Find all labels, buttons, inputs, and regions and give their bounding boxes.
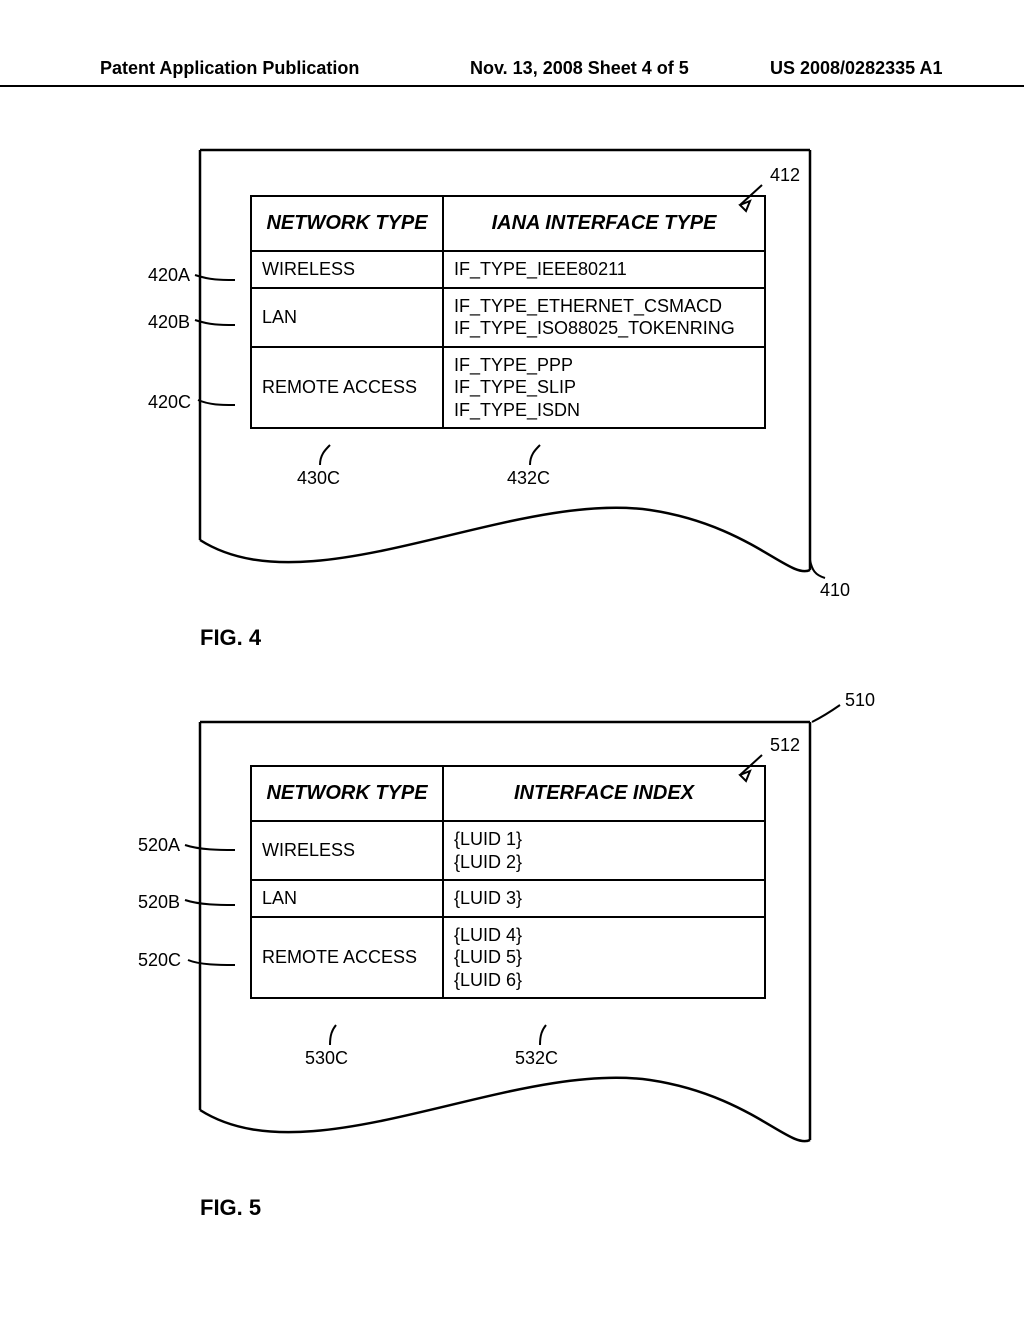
header-left: Patent Application Publication xyxy=(0,58,470,79)
fig4-r0c1: IF_TYPE_IEEE80211 xyxy=(443,251,765,288)
fig4-r1c1: IF_TYPE_ETHERNET_CSMACDIF_TYPE_ISO88025_… xyxy=(443,288,765,347)
fig4-header-row: NETWORK TYPE IANA INTERFACE TYPE xyxy=(251,196,765,251)
fig4-h2: IANA INTERFACE TYPE xyxy=(443,196,765,251)
page-header: Patent Application Publication Nov. 13, … xyxy=(0,58,1024,87)
header-mid: Nov. 13, 2008 Sheet 4 of 5 xyxy=(470,58,750,79)
fig5-h2: INTERFACE INDEX xyxy=(443,766,765,821)
fig4-row-b: LAN IF_TYPE_ETHERNET_CSMACDIF_TYPE_ISO88… xyxy=(251,288,765,347)
fig4-callout-rowC: 420C xyxy=(148,392,191,413)
fig5-r2c1: {LUID 4}{LUID 5}{LUID 6} xyxy=(443,917,765,999)
fig5-r1c1: {LUID 3} xyxy=(443,880,765,917)
fig5-r2c0: REMOTE ACCESS xyxy=(251,917,443,999)
fig5-r1c0: LAN xyxy=(251,880,443,917)
fig4-callout-sheet: 410 xyxy=(820,580,850,601)
fig5-table: NETWORK TYPE INTERFACE INDEX WIRELESS {L… xyxy=(250,765,766,999)
fig4-r1c0: LAN xyxy=(251,288,443,347)
figure-4: NETWORK TYPE IANA INTERFACE TYPE WIRELES… xyxy=(190,140,820,620)
fig5-row-a: WIRELESS {LUID 1}{LUID 2} xyxy=(251,821,765,880)
fig5-callout-col1: 530C xyxy=(305,1048,348,1069)
fig4-callout-col1: 430C xyxy=(297,468,340,489)
fig4-r2c0: REMOTE ACCESS xyxy=(251,347,443,429)
fig5-callout-rowB: 520B xyxy=(138,892,180,913)
fig5-header-row: NETWORK TYPE INTERFACE INDEX xyxy=(251,766,765,821)
fig5-callout-rowA: 520A xyxy=(138,835,180,856)
fig5-h1: NETWORK TYPE xyxy=(251,766,443,821)
fig4-r0c0: WIRELESS xyxy=(251,251,443,288)
fig4-r2c1: IF_TYPE_PPPIF_TYPE_SLIPIF_TYPE_ISDN xyxy=(443,347,765,429)
fig4-callout-rowA: 420A xyxy=(148,265,190,286)
fig5-callout-table: 512 xyxy=(770,735,800,756)
fig4-row-a: WIRELESS IF_TYPE_IEEE80211 xyxy=(251,251,765,288)
fig5-callout-sheet: 510 xyxy=(845,690,875,711)
fig4-caption: FIG. 4 xyxy=(200,625,261,651)
fig5-callout-col2: 532C xyxy=(515,1048,558,1069)
fig4-callout-rowB: 420B xyxy=(148,312,190,333)
fig5-row-b: LAN {LUID 3} xyxy=(251,880,765,917)
fig4-row-c: REMOTE ACCESS IF_TYPE_PPPIF_TYPE_SLIPIF_… xyxy=(251,347,765,429)
fig4-callout-table: 412 xyxy=(770,165,800,186)
fig5-r0c0: WIRELESS xyxy=(251,821,443,880)
figure-5: NETWORK TYPE INTERFACE INDEX WIRELESS {L… xyxy=(190,700,820,1180)
fig5-row-c: REMOTE ACCESS {LUID 4}{LUID 5}{LUID 6} xyxy=(251,917,765,999)
header-right: US 2008/0282335 A1 xyxy=(750,58,1024,79)
fig4-callout-col2: 432C xyxy=(507,468,550,489)
fig4-table: NETWORK TYPE IANA INTERFACE TYPE WIRELES… xyxy=(250,195,766,429)
fig5-callout-rowC: 520C xyxy=(138,950,181,971)
fig4-h1: NETWORK TYPE xyxy=(251,196,443,251)
fig5-caption: FIG. 5 xyxy=(200,1195,261,1221)
fig5-r0c1: {LUID 1}{LUID 2} xyxy=(443,821,765,880)
